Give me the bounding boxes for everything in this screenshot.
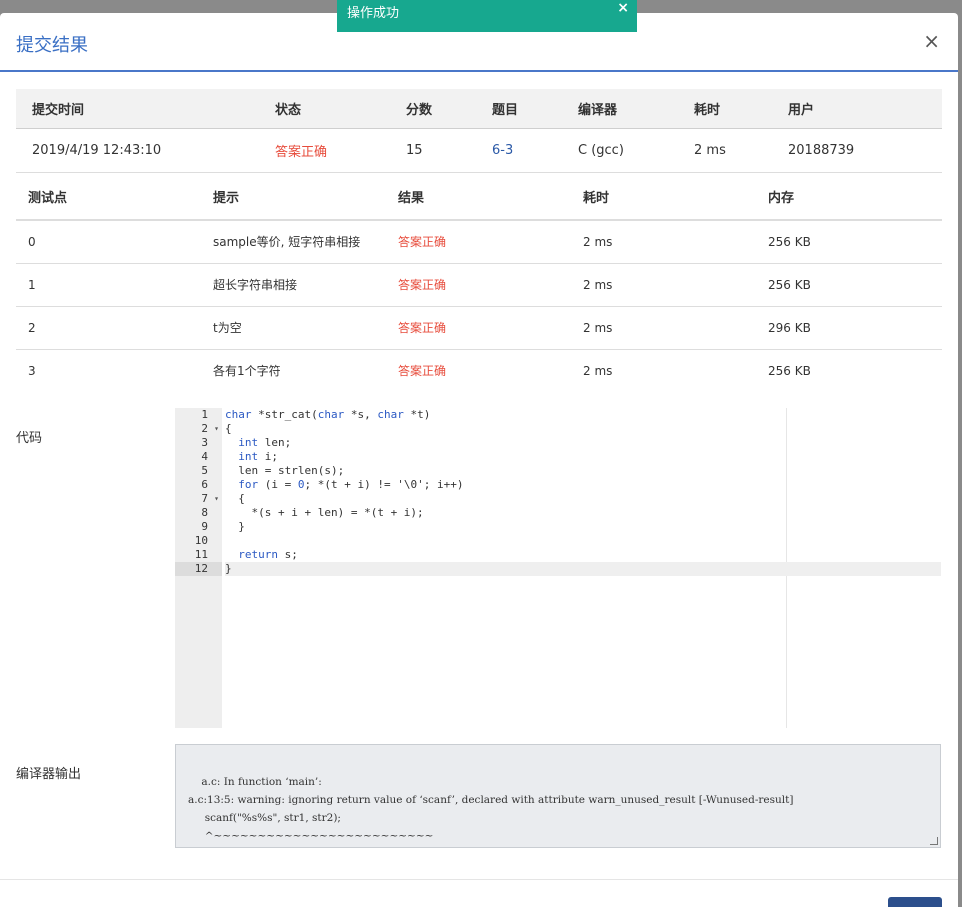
code-line: len = strlen(s); [225, 464, 345, 477]
fold-arrow-icon[interactable]: ▾ [214, 492, 219, 506]
compiler-output-text: a.c: In function ‘main’: a.c:13:5: warni… [188, 776, 794, 842]
case-memory: 296 KB [756, 306, 942, 350]
case-id: 3 [28, 363, 36, 378]
fold-arrow-icon[interactable]: ▾ [214, 422, 219, 436]
code-line: *(s + i + len) = *(t + i); [225, 506, 424, 519]
case-time: 2 ms [571, 263, 756, 307]
code-label: 代码 [16, 431, 43, 446]
case-id: 1 [16, 263, 201, 307]
modal-title: 提交结果 [16, 35, 88, 56]
table-row: 0 sample等价, 短字符串相接 答案正确 2 ms 256 KB [16, 220, 942, 264]
case-result: 答案正确 [386, 220, 571, 264]
line-number: 5 [201, 464, 208, 477]
case-memory: 256 KB [756, 263, 942, 307]
header-compiler: 编译器 [578, 89, 694, 129]
score: 15 [406, 128, 492, 173]
case-time: 2 ms [571, 220, 756, 264]
toast-message: 操作成功 [347, 6, 400, 21]
toast-close-icon[interactable]: × [617, 0, 629, 22]
code-line: { [225, 492, 245, 505]
case-hint: sample等价, 短字符串相接 [201, 220, 386, 264]
case-hint: t为空 [201, 306, 386, 350]
success-toast: 操作成功 × [337, 0, 637, 32]
problem-link[interactable]: 6-3 [492, 128, 578, 173]
submit-time: 2019/4/19 12:43:10 [16, 128, 275, 173]
line-number: 7 ▾ [201, 492, 219, 506]
header-result: 结果 [386, 173, 571, 221]
header-hint: 提示 [201, 173, 386, 221]
summary-row: 2019/4/19 12:43:10 答案正确 15 6-3 C (gcc) 2… [16, 128, 942, 173]
case-id: 0 [16, 220, 201, 264]
code-editor[interactable]: 1 2 ▾ 3 4 5 6 7 ▾ 8 9 10 11 12 char *str_c… [175, 408, 941, 728]
case-result: 答案正确 [386, 306, 571, 350]
source-code[interactable]: char *str_cat(char *s, char *t) { int le… [225, 408, 941, 576]
case-result: 答案正确 [398, 364, 447, 379]
line-number: 6 [201, 478, 208, 491]
case-header-row: 测试点 提示 结果 耗时 内存 [16, 173, 942, 221]
line-number: 10 [194, 534, 208, 547]
code-line: return s; [238, 548, 298, 561]
line-number: 12 [175, 562, 222, 576]
code-line: } [225, 562, 941, 576]
test-case-table: 测试点 提示 结果 耗时 内存 0 sample等价, 短字符串相接 答案正确 … [16, 173, 942, 392]
code-line: char *str_cat(char *s, char *t) [225, 408, 431, 421]
line-number: 11 [194, 548, 208, 561]
modal-footer [0, 879, 958, 907]
case-hint: 超长字符串相接 [201, 263, 386, 307]
code-line: { [225, 422, 232, 435]
header-status: 状态 [275, 89, 406, 129]
line-number: 8 [201, 506, 208, 519]
line-number: 9 [201, 520, 208, 533]
case-time: 2 ms [571, 306, 756, 350]
line-number: 3 [201, 436, 208, 449]
case-hint: 各有1个字符 [213, 364, 281, 379]
elapsed: 2 ms [694, 128, 788, 173]
header-memory: 内存 [756, 173, 942, 221]
compiler-output[interactable]: a.c: In function ‘main’: a.c:13:5: warni… [175, 744, 941, 848]
header-score: 分数 [406, 89, 492, 129]
header-problem: 题目 [492, 89, 578, 129]
case-memory: 256 KB [768, 363, 811, 378]
close-icon[interactable]: × [923, 29, 940, 53]
code-line: for (i = 0; *(t + i) != '\0'; i++) [238, 478, 464, 491]
header-elapsed: 耗时 [694, 89, 788, 129]
case-time: 2 ms [583, 363, 613, 378]
code-line: } [225, 520, 245, 533]
case-memory: 256 KB [756, 220, 942, 264]
summary-header-row: 提交时间 状态 分数 题目 编译器 耗时 用户 [16, 89, 942, 129]
compiler: C (gcc) [578, 128, 694, 173]
submission-result-modal: 提交结果 × 提交时间 状态 分数 题目 编译器 耗时 用户 2019/4/19… [0, 13, 958, 907]
resize-handle-icon[interactable] [930, 837, 938, 845]
header-user: 用户 [788, 89, 942, 129]
code-line: int len; [238, 436, 292, 449]
footer-button[interactable] [888, 897, 942, 907]
line-number: 4 [201, 450, 208, 463]
user-id: 20188739 [788, 128, 942, 173]
status-badge: 答案正确 [275, 128, 406, 173]
line-number: 2 ▾ [201, 422, 219, 436]
header-submit-time: 提交时间 [16, 89, 275, 129]
table-row: 2 t为空 答案正确 2 ms 296 KB [16, 306, 942, 350]
code-line: int i; [238, 450, 278, 463]
case-id: 2 [16, 306, 201, 350]
compiler-output-label: 编译器输出 [16, 767, 82, 782]
case-result: 答案正确 [386, 263, 571, 307]
table-row: 3 各有1个字符 答案正确 2 ms 256 KB [16, 349, 942, 392]
table-row: 1 超长字符串相接 答案正确 2 ms 256 KB [16, 263, 942, 307]
header-case-id: 测试点 [16, 173, 201, 221]
header-time: 耗时 [571, 173, 756, 221]
line-number-gutter: 1 2 ▾ 3 4 5 6 7 ▾ 8 9 10 11 12 [175, 408, 222, 728]
submission-summary-table: 提交时间 状态 分数 题目 编译器 耗时 用户 2019/4/19 12:43:… [16, 89, 942, 173]
line-number: 1 [201, 408, 208, 421]
